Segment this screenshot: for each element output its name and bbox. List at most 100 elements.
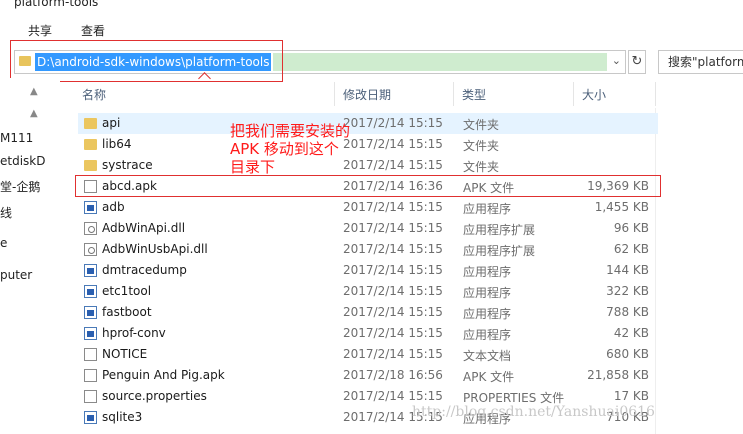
pin-icon[interactable]: ▲	[30, 108, 38, 119]
annotation-line: 把我们需要安装的	[230, 122, 351, 140]
file-type: 应用程序	[463, 202, 512, 216]
address-highlight	[273, 53, 607, 71]
file-icon	[84, 348, 97, 361]
red-highlight-address	[10, 40, 283, 82]
exe-icon	[84, 285, 97, 298]
column-name[interactable]: 名称	[82, 86, 106, 103]
file-type: 文本文档	[463, 349, 512, 363]
window-title: platform-tools	[14, 0, 99, 9]
file-date: 2017/2/14 15:15	[343, 305, 443, 319]
dll-icon	[84, 222, 97, 235]
annotation-text: 把我们需要安装的 APK 移动到这个 目录下	[230, 122, 350, 176]
file-name: hprof-conv	[102, 326, 166, 340]
file-type: 文件夹	[463, 118, 500, 132]
nav-item[interactable]: e	[0, 236, 7, 250]
refresh-button[interactable]: ↻	[628, 50, 646, 74]
file-row[interactable]: AdbWinApi.dll 2017/2/14 15:15 应用程序扩展 96 KB	[78, 218, 658, 239]
file-row[interactable]: api 2017/2/14 15:15 文件夹	[78, 113, 658, 134]
file-date: 2017/2/14 15:15	[343, 242, 443, 256]
search-input[interactable]: 搜索"platform	[658, 50, 743, 74]
file-type: APK 文件	[463, 370, 515, 384]
folder-icon	[84, 118, 97, 129]
tab-view[interactable]: 查看	[81, 22, 105, 39]
annotation-line: 目录下	[230, 158, 276, 176]
file-name: dmtracedump	[102, 263, 187, 277]
file-icon	[84, 369, 97, 382]
file-type: 应用程序	[463, 265, 512, 279]
file-row[interactable]: Penguin And Pig.apk 2017/2/18 16:56 APK 文件…	[78, 365, 658, 386]
pin-icon[interactable]: ▲	[30, 86, 38, 97]
file-size: 42 KB	[613, 326, 649, 340]
file-name: AdbWinApi.dll	[102, 221, 186, 235]
file-name: api	[102, 116, 121, 130]
watermark: http://blog.csdn.net/Yanshuai0616	[412, 404, 655, 420]
file-type: 文件夹	[463, 139, 500, 153]
file-name: fastboot	[102, 305, 152, 319]
file-name: Penguin And Pig.apk	[102, 368, 225, 382]
file-size: 680 KB	[606, 347, 649, 361]
file-name: source.properties	[102, 389, 207, 403]
file-name: AdbWinUsbApi.dll	[102, 242, 208, 256]
nav-item[interactable]: 堂-企鹅	[0, 178, 40, 195]
file-name: systrace	[102, 158, 153, 172]
file-date: 2017/2/14 15:15	[343, 200, 443, 214]
exe-icon	[84, 411, 97, 424]
column-date[interactable]: 修改日期	[343, 86, 391, 103]
file-size: 1,455 KB	[594, 200, 649, 214]
folder-icon	[84, 160, 97, 171]
file-row[interactable]: systrace 2017/2/14 15:15 文件夹	[78, 155, 658, 176]
file-size: 96 KB	[613, 221, 649, 235]
file-name: NOTICE	[102, 347, 148, 361]
file-row[interactable]: NOTICE 2017/2/14 15:15 文本文档 680 KB	[78, 344, 658, 365]
file-type: 应用程序	[463, 328, 512, 342]
tab-share[interactable]: 共享	[28, 22, 52, 39]
annotation-line: APK 移动到这个	[230, 140, 339, 158]
file-date: 2017/2/14 15:15	[343, 221, 443, 235]
file-size: 21,858 KB	[587, 368, 649, 382]
column-divider[interactable]	[655, 82, 656, 106]
file-type: 应用程序扩展	[463, 244, 536, 258]
file-row[interactable]: adb 2017/2/14 15:15 应用程序 1,455 KB	[78, 197, 658, 218]
file-row[interactable]: etc1tool 2017/2/14 15:15 应用程序 322 KB	[78, 281, 658, 302]
file-row[interactable]: hprof-conv 2017/2/14 15:15 应用程序 42 KB	[78, 323, 658, 344]
nav-item[interactable]: etdiskD	[0, 154, 45, 168]
red-highlight-apk-row	[75, 175, 661, 197]
file-type: 文件夹	[463, 160, 500, 174]
file-date: 2017/2/14 15:15	[343, 137, 443, 151]
column-divider[interactable]	[573, 82, 574, 106]
file-date: 2017/2/14 15:15	[343, 158, 443, 172]
file-row[interactable]: fastboot 2017/2/14 15:15 应用程序 788 KB	[78, 302, 658, 323]
column-size[interactable]: 大小	[582, 86, 606, 103]
file-size: 322 KB	[606, 284, 649, 298]
file-name: lib64	[102, 137, 132, 151]
file-row[interactable]: AdbWinUsbApi.dll 2017/2/14 15:15 应用程序扩展 62 …	[78, 239, 658, 260]
column-divider[interactable]	[334, 82, 335, 106]
file-row[interactable]: dmtracedump 2017/2/14 15:15 应用程序 144 KB	[78, 260, 658, 281]
column-divider[interactable]	[453, 82, 454, 106]
column-header: 名称 修改日期 类型 大小	[70, 80, 657, 108]
folder-icon	[84, 139, 97, 150]
column-type[interactable]: 类型	[462, 86, 486, 103]
exe-icon	[84, 327, 97, 340]
file-icon	[84, 390, 97, 403]
chevron-down-icon[interactable]: ⌄	[612, 54, 621, 67]
file-name: etc1tool	[102, 284, 152, 298]
file-size: 62 KB	[613, 242, 649, 256]
file-date: 2017/2/18 16:56	[343, 368, 443, 382]
file-type: 应用程序	[463, 307, 512, 321]
navigation-pane: ▲ ▲ M111 etdiskD 堂-企鹅 线 e puter	[0, 78, 60, 434]
dll-icon	[84, 243, 97, 256]
file-date: 2017/2/14 15:15	[343, 116, 443, 130]
nav-item[interactable]: 线	[0, 204, 12, 221]
file-row[interactable]: lib64 2017/2/14 15:15 文件夹	[78, 134, 658, 155]
file-size: 17 KB	[613, 389, 649, 403]
exe-icon	[84, 264, 97, 277]
file-type: 应用程序	[463, 286, 512, 300]
nav-item[interactable]: M111	[0, 131, 33, 145]
file-name: adb	[102, 200, 125, 214]
file-size: 144 KB	[606, 263, 649, 277]
file-date: 2017/2/14 15:15	[343, 326, 443, 340]
exe-icon	[84, 306, 97, 319]
file-date: 2017/2/14 15:15	[343, 347, 443, 361]
nav-item[interactable]: puter	[0, 268, 32, 282]
